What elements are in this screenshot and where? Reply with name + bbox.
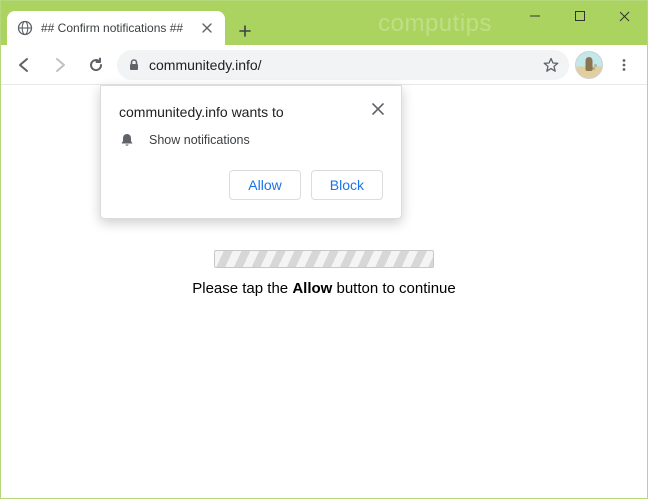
block-button[interactable]: Block (311, 170, 383, 200)
page-message: Please tap the Allow button to continue (1, 280, 647, 297)
window-minimize-button[interactable] (512, 1, 557, 31)
back-button[interactable] (9, 50, 39, 80)
allow-button[interactable]: Allow (229, 170, 300, 200)
bell-icon (119, 132, 135, 148)
profile-avatar[interactable] (575, 51, 603, 79)
page-message-bold: Allow (292, 280, 332, 297)
chrome-menu-button[interactable] (609, 50, 639, 80)
permission-entry-label: Show notifications (149, 133, 250, 147)
page-body: Please tap the Allow button to continue (1, 250, 647, 297)
window-controls (512, 1, 647, 31)
bookmark-star-icon[interactable] (543, 57, 559, 73)
browser-window: computips ## Confirm notifications ## (0, 0, 648, 499)
url-input[interactable] (149, 57, 535, 73)
reload-button[interactable] (81, 50, 111, 80)
popup-close-button[interactable] (369, 100, 387, 118)
toolbar (1, 45, 647, 85)
watermark: computips (378, 10, 492, 38)
page-content: communitedy.info wants to Show notificat… (1, 85, 647, 498)
permission-title: communitedy.info wants to (119, 104, 383, 120)
notification-permission-popup: communitedy.info wants to Show notificat… (100, 85, 402, 219)
active-tab[interactable]: ## Confirm notifications ## (7, 11, 225, 45)
tab-title: ## Confirm notifications ## (41, 21, 191, 35)
new-tab-button[interactable] (231, 17, 259, 45)
window-maximize-button[interactable] (557, 1, 602, 31)
tabstrip: ## Confirm notifications ## (1, 1, 259, 45)
window-close-button[interactable] (602, 1, 647, 31)
titlebar: computips ## Confirm notifications ## (1, 1, 647, 45)
lock-icon (127, 58, 141, 72)
progress-bar (214, 250, 434, 268)
permission-entry: Show notifications (119, 132, 383, 148)
forward-button[interactable] (45, 50, 75, 80)
permission-actions: Allow Block (119, 170, 383, 200)
address-bar[interactable] (117, 50, 569, 80)
globe-icon (17, 20, 33, 36)
tab-close-button[interactable] (199, 20, 215, 36)
page-message-post: button to continue (332, 280, 455, 297)
page-message-pre: Please tap the (192, 280, 292, 297)
